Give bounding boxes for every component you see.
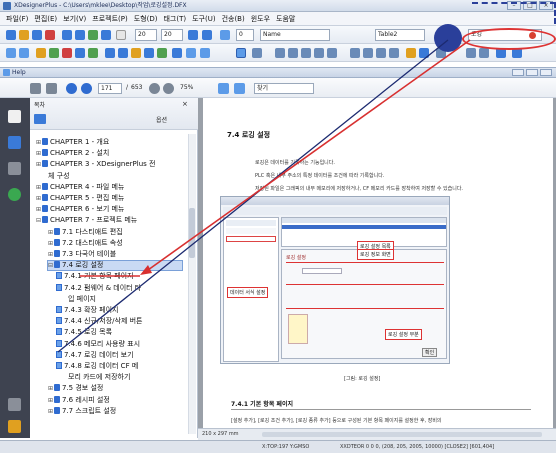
annotation-pointer-line <box>57 39 449 353</box>
annotation-overlay <box>57 39 471 353</box>
annotation-arrowhead <box>140 265 152 275</box>
annotation-red-arrow <box>147 39 471 271</box>
